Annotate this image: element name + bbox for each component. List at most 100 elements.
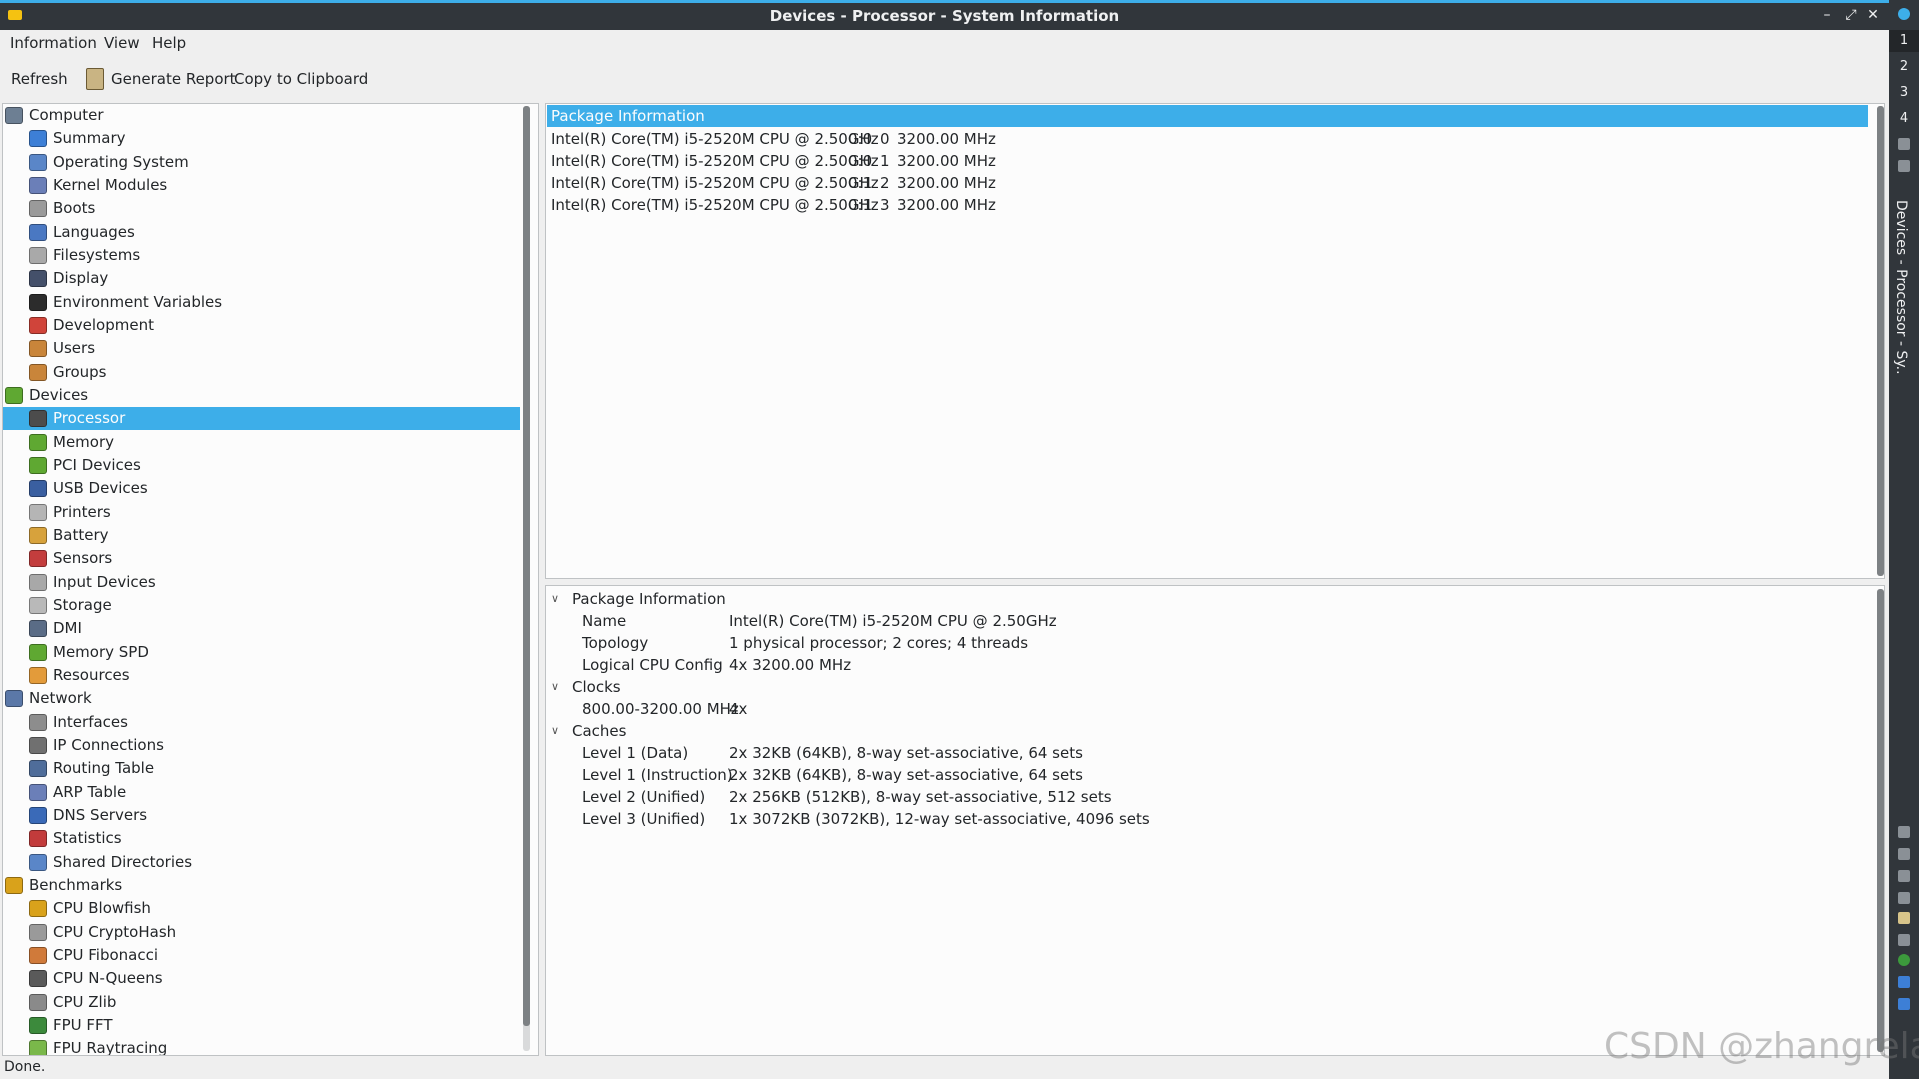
tree-item[interactable]: Resources [3, 664, 520, 687]
details-row[interactable]: Name Intel(R) Core(TM) i5-2520M CPU @ 2.5… [582, 610, 1482, 632]
tree-item[interactable]: Shared Directories [3, 851, 520, 874]
tree-scrollbar-thumb[interactable] [523, 106, 530, 1026]
generate-report-button[interactable]: Generate Report [111, 70, 236, 88]
details-row[interactable]: Logical CPU Config 4x 3200.00 MHz [582, 654, 1482, 676]
tree-item[interactable]: CPU Fibonacci [3, 944, 520, 967]
tree-item[interactable]: Users [3, 337, 520, 360]
tree-item[interactable]: Memory SPD [3, 641, 520, 664]
details-value: 1x 3072KB (3072KB), 12-way set-associati… [729, 810, 1150, 828]
tree-item[interactable]: Printers [3, 501, 520, 524]
tree-item[interactable]: ARP Table [3, 781, 520, 804]
bluetooth-icon[interactable] [1898, 892, 1910, 904]
tree-item[interactable]: FPU Raytracing [3, 1037, 520, 1055]
details-row[interactable]: Level 1 (Data) 2x 32KB (64KB), 8-way set-… [582, 742, 1482, 764]
crypto-icon [29, 924, 47, 941]
details-scrollbar[interactable] [1877, 589, 1884, 1052]
list-item[interactable]: Intel(R) Core(TM) i5-2520M CPU @ 2.50GHz… [551, 150, 1851, 172]
tree-item[interactable]: Groups [3, 361, 520, 384]
menu-view[interactable]: View [104, 34, 140, 52]
tree-item[interactable]: Routing Table [3, 757, 520, 780]
desktop-1[interactable]: 1 [1889, 30, 1919, 52]
tree-item[interactable]: DMI [3, 617, 520, 640]
details-scrollbar-thumb[interactable] [1877, 589, 1884, 1052]
keyboard-icon[interactable] [1898, 870, 1910, 882]
list-item[interactable]: Intel(R) Core(TM) i5-2520M CPU @ 2.50GHz… [551, 194, 1851, 216]
tree-item[interactable]: CPU CryptoHash [3, 921, 520, 944]
tree-item[interactable]: Battery [3, 524, 520, 547]
tree-item[interactable]: Statistics [3, 827, 520, 850]
details-key: Level 1 (Instruction) [582, 766, 733, 784]
tree-item[interactable]: Boots [3, 197, 520, 220]
task-button[interactable]: Devices - Processor - Sy... [1893, 200, 1909, 375]
tree-item[interactable]: Memory [3, 431, 520, 454]
category-tree[interactable]: Computer Summary Operating System Kernel Mo… [2, 103, 539, 1056]
tree-item[interactable]: Development [3, 314, 520, 337]
tree-item[interactable]: IP Connections [3, 734, 520, 757]
list-item[interactable]: Intel(R) Core(TM) i5-2520M CPU @ 2.50GHz… [551, 128, 1851, 150]
stats-icon [29, 830, 47, 847]
package-list-scrollbar-thumb[interactable] [1877, 106, 1884, 576]
tree-item-label: Shared Directories [53, 853, 193, 871]
volume-icon[interactable] [1898, 848, 1910, 860]
tree-item[interactable]: Input Devices [3, 571, 520, 594]
minimize-icon[interactable]: – [1818, 7, 1836, 23]
menu-help[interactable]: Help [152, 34, 186, 52]
tree-item[interactable]: DNS Servers [3, 804, 520, 827]
details-group[interactable]: ∨ Caches [551, 720, 1151, 742]
tree-item[interactable]: Display [3, 267, 520, 290]
details-group[interactable]: ∨ Clocks [551, 676, 1151, 698]
tree-item-label: PCI Devices [53, 456, 141, 474]
tree-item[interactable]: USB Devices [3, 477, 520, 500]
tree-item[interactable]: Storage [3, 594, 520, 617]
list-item[interactable]: Intel(R) Core(TM) i5-2520M CPU @ 2.50GHz… [551, 172, 1851, 194]
desktop-4[interactable]: 4 [1889, 108, 1919, 130]
tree-item[interactable]: CPU Zlib [3, 991, 520, 1014]
details-row[interactable]: Topology 1 physical processor; 2 cores; 4… [582, 632, 1482, 654]
launcher-icon[interactable] [1898, 8, 1910, 20]
tree-item[interactable]: CPU Blowfish [3, 897, 520, 920]
network-tray-icon[interactable] [1898, 934, 1910, 946]
chevron-down-icon[interactable]: ∨ [551, 676, 565, 698]
tree-item[interactable]: FPU FFT [3, 1014, 520, 1037]
messenger-icon[interactable] [1898, 998, 1910, 1010]
menu-information[interactable]: Information [10, 34, 97, 52]
tree-item[interactable]: CPU N-Queens [3, 967, 520, 990]
clipboard-icon[interactable] [1898, 826, 1910, 838]
tree-item[interactable]: PCI Devices [3, 454, 520, 477]
desktop-2[interactable]: 2 [1889, 56, 1919, 78]
details-view[interactable]: ∨ Package Information Name Intel(R) Core(TM… [545, 585, 1885, 1056]
desktop-3[interactable]: 3 [1889, 82, 1919, 104]
taskbar-app-icon[interactable] [1898, 138, 1910, 150]
details-row[interactable]: Level 1 (Instruction) 2x 32KB (64KB), 8-w… [582, 764, 1482, 786]
package-list-header[interactable]: Package Information [547, 105, 1868, 127]
tree-item[interactable]: Languages [3, 221, 520, 244]
notes-icon[interactable] [1898, 912, 1910, 924]
report-icon[interactable] [86, 68, 104, 90]
details-row[interactable]: Level 2 (Unified) 2x 256KB (512KB), 8-way… [582, 786, 1482, 808]
tree-item[interactable]: Environment Variables [3, 291, 520, 314]
taskbar-app-icon[interactable] [1898, 160, 1910, 172]
list-cell-model: Intel(R) Core(TM) i5-2520M CPU @ 2.50GHz [551, 196, 879, 214]
tree-item[interactable]: Sensors [3, 547, 520, 570]
tree-item[interactable]: Kernel Modules [3, 174, 520, 197]
chevron-down-icon[interactable]: ∨ [551, 588, 565, 610]
tree-item[interactable]: Interfaces [3, 711, 520, 734]
package-list-scrollbar[interactable] [1877, 106, 1884, 576]
package-list[interactable]: Package Information Intel(R) Core(TM) i5… [545, 103, 1885, 579]
info-tray-icon[interactable] [1898, 976, 1910, 988]
details-row[interactable]: Level 3 (Unified) 1x 3072KB (3072KB), 12-… [582, 808, 1482, 830]
chevron-down-icon[interactable]: ∨ [551, 720, 565, 742]
details-row[interactable]: 800.00-3200.00 MHz 4x [582, 698, 1482, 720]
tree-scrollbar[interactable] [523, 106, 530, 1051]
tree-item[interactable]: Processor [3, 407, 520, 430]
update-icon[interactable] [1898, 954, 1910, 966]
details-group[interactable]: ∨ Package Information [551, 588, 1151, 610]
tree-item[interactable]: Operating System [3, 151, 520, 174]
refresh-button[interactable]: Refresh [11, 70, 68, 88]
tree-item[interactable]: Summary [3, 127, 520, 150]
copy-to-clipboard-button[interactable]: Copy to Clipboard [234, 70, 368, 88]
tree-item[interactable]: Filesystems [3, 244, 520, 267]
maximize-icon[interactable]: ⤢ [1842, 7, 1860, 23]
details-value: 4x [729, 700, 748, 718]
close-icon[interactable]: ✕ [1864, 7, 1882, 23]
